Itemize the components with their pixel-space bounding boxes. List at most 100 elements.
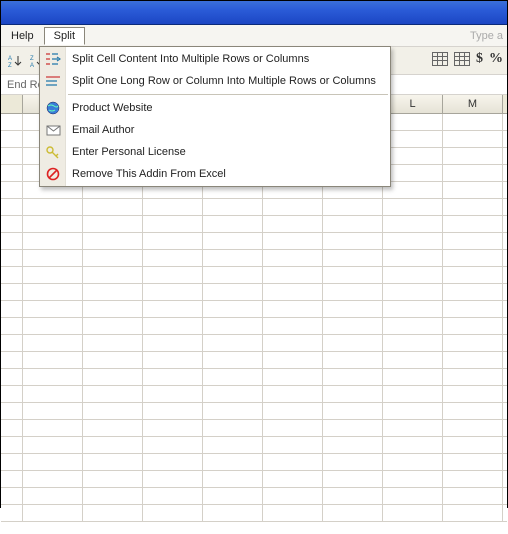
cell[interactable] [443,250,503,266]
percent-button[interactable]: % [489,51,503,67]
cell[interactable] [383,284,443,300]
row-header[interactable] [1,301,23,317]
cell[interactable] [23,437,83,453]
row-header[interactable] [1,250,23,266]
cell[interactable] [143,318,203,334]
cell[interactable] [443,114,503,130]
cell[interactable] [143,352,203,368]
cell[interactable] [443,403,503,419]
cell[interactable] [443,233,503,249]
select-all-corner[interactable] [1,95,23,113]
cell[interactable] [443,165,503,181]
cell[interactable] [143,471,203,487]
cell[interactable] [143,454,203,470]
cell[interactable] [23,505,83,521]
cell[interactable] [443,216,503,232]
cell[interactable] [263,284,323,300]
cell[interactable] [203,301,263,317]
cell[interactable] [143,233,203,249]
cell[interactable] [143,369,203,385]
row-header[interactable] [1,488,23,504]
cell[interactable] [203,318,263,334]
cell[interactable] [263,216,323,232]
cell[interactable] [203,454,263,470]
cell[interactable] [263,301,323,317]
row-header[interactable] [1,233,23,249]
cell[interactable] [443,437,503,453]
cell[interactable] [83,267,143,283]
cell[interactable] [263,454,323,470]
cell[interactable] [203,471,263,487]
cell[interactable] [203,284,263,300]
menu-split[interactable]: Split [44,27,85,45]
row-header[interactable] [1,165,23,181]
cell[interactable] [323,505,383,521]
cell[interactable] [263,386,323,402]
cell[interactable] [383,233,443,249]
cell[interactable] [263,318,323,334]
cell[interactable] [383,386,443,402]
cell[interactable] [203,369,263,385]
cell[interactable] [23,369,83,385]
cell[interactable] [143,301,203,317]
cell[interactable] [83,454,143,470]
row-header[interactable] [1,199,23,215]
cell[interactable] [443,284,503,300]
cell[interactable] [443,199,503,215]
cell[interactable] [383,250,443,266]
cell[interactable] [383,437,443,453]
cell[interactable] [263,471,323,487]
cell[interactable] [263,403,323,419]
cell[interactable] [383,182,443,198]
cell[interactable] [383,335,443,351]
cell[interactable] [23,352,83,368]
cell[interactable] [83,284,143,300]
cell[interactable] [443,505,503,521]
cell[interactable] [203,488,263,504]
cell[interactable] [143,284,203,300]
cell[interactable] [443,420,503,436]
cell[interactable] [443,131,503,147]
row-header[interactable] [1,182,23,198]
cell[interactable] [443,369,503,385]
cell[interactable] [383,454,443,470]
cell[interactable] [83,199,143,215]
cell[interactable] [443,335,503,351]
menu-item-product-website[interactable]: Product Website [40,97,390,119]
menu-item-email-author[interactable]: Email Author [40,119,390,141]
cell[interactable] [143,505,203,521]
cell[interactable] [203,199,263,215]
cell[interactable] [443,471,503,487]
cell[interactable] [23,301,83,317]
cell[interactable] [203,250,263,266]
cell[interactable] [83,352,143,368]
row-header[interactable] [1,131,23,147]
cell[interactable] [263,250,323,266]
cell[interactable] [323,267,383,283]
menu-item-remove-addin[interactable]: Remove This Addin From Excel [40,163,390,185]
cell[interactable] [143,420,203,436]
cell[interactable] [323,199,383,215]
cell[interactable] [383,420,443,436]
cell[interactable] [323,335,383,351]
cell[interactable] [203,267,263,283]
merge-icon[interactable] [454,52,470,66]
cell[interactable] [83,233,143,249]
menu-item-split-long-row[interactable]: Split One Long Row or Column Into Multip… [40,70,390,92]
row-header[interactable] [1,335,23,351]
cell[interactable] [443,267,503,283]
row-header[interactable] [1,216,23,232]
cell[interactable] [323,454,383,470]
cell[interactable] [263,233,323,249]
cell[interactable] [203,386,263,402]
cell[interactable] [23,267,83,283]
row-header[interactable] [1,437,23,453]
cell[interactable] [323,471,383,487]
cell[interactable] [23,420,83,436]
cell[interactable] [23,233,83,249]
cell[interactable] [143,437,203,453]
cell[interactable] [443,148,503,164]
cell[interactable] [143,488,203,504]
row-header[interactable] [1,114,23,130]
cell[interactable] [263,335,323,351]
